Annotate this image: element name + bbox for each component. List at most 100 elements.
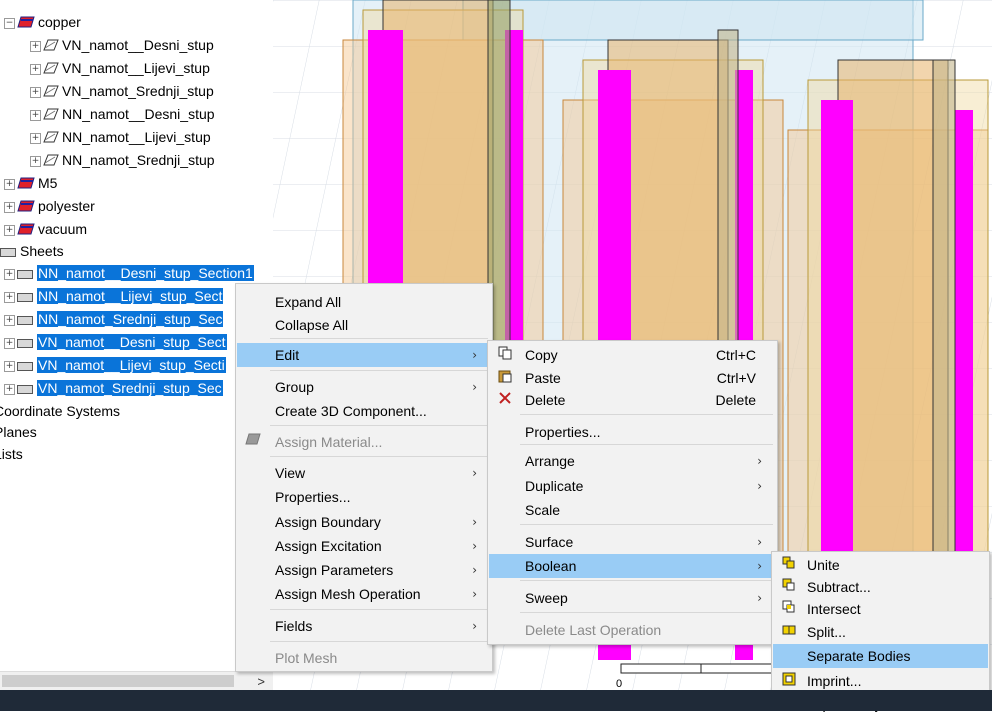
menu-item-label: Plot Mesh [275,650,338,666]
sheet-icon [17,384,33,394]
boolean-menu-item-separate-bodies[interactable]: Separate Bodies [773,644,988,668]
context-menu-item-expand-all[interactable]: Expand All [237,290,491,314]
tree-row-copper[interactable]: − copper [4,11,81,33]
context-menu-item-assign-mesh-operation[interactable]: Assign Mesh Operation › [237,582,491,606]
edit-menu-item-scale[interactable]: Scale [489,498,776,522]
expand-icon[interactable]: + [4,360,15,372]
context-menu-item-collapse-all[interactable]: Collapse All [237,313,491,337]
tree-row-vn-namot-desni-stup-sect[interactable]: + VN_namot__Desni_stup_Sect [4,331,227,353]
context-menu-item-properties[interactable]: Properties... [237,485,491,509]
context-menu-item-fields[interactable]: Fields › [237,614,491,638]
menu-item-label: Delete Last Operation [525,622,662,638]
edit-menu-item-duplicate[interactable]: Duplicate › [489,474,776,498]
expand-icon[interactable]: + [30,40,41,52]
tree-row-vn-namot-lijevi-stup-secti[interactable]: + VN_namot__Lijevi_stup_Secti [4,354,226,376]
menu-separator [270,456,488,457]
tree-row-m5[interactable]: + M5 [4,172,57,194]
context-menu-item-edit[interactable]: Edit › [237,343,491,367]
menu-item-label: Surface [525,534,574,550]
scrollbar-thumb[interactable] [2,675,234,687]
tree-row-label: VN_namot__Desni_stup_Sect [37,334,227,350]
menu-item-label: Assign Excitation [275,538,382,554]
edit-menu-item-copy[interactable]: Copy Ctrl+C [489,343,776,367]
boolean-menu-item-intersect[interactable]: Intersect [773,597,988,621]
edit-menu-item-delete[interactable]: Delete Delete [489,388,776,412]
expand-icon[interactable]: + [4,291,15,303]
menu-item-label: Assign Parameters [275,562,394,578]
edit-submenu: Copy Ctrl+C Paste Ctrl+V Delete Delete Propert… [487,340,778,645]
tree-row-label: NN_namot_Srednji_stup_Sec [37,311,224,327]
context-menu-item-assign-parameters[interactable]: Assign Parameters › [237,558,491,582]
edit-menu-item-arrange[interactable]: Arrange › [489,449,776,473]
material-icon [17,219,35,241]
menu-item-label: Assign Mesh Operation [275,586,421,602]
expand-icon[interactable]: + [30,155,41,167]
expand-icon[interactable]: + [30,109,41,121]
boolean-menu-item-split[interactable]: Split... [773,620,988,644]
expand-icon[interactable]: + [30,132,41,144]
menu-item-label: Sweep [525,590,568,606]
boolean-menu-item-unite[interactable]: Unite [773,553,988,577]
scroll-right-arrow[interactable]: > [257,672,265,691]
submenu-chevron-icon: › [472,587,477,601]
tree-row-nn-namot-srednji-stup[interactable]: + NN_namot_Srednji_stup [30,149,215,171]
context-menu-item-create-3d-component[interactable]: Create 3D Component... [237,399,491,423]
tree-row-lists[interactable]: Lists [0,443,23,465]
tree-row-nn-namot-lijevi-stup[interactable]: + NN_namot__Lijevi_stup [30,126,211,148]
tree-row-polyester[interactable]: + polyester [4,195,95,217]
tree-row-vacuum[interactable]: + vacuum [4,218,87,240]
context-menu-item-group[interactable]: Group › [237,375,491,399]
tree-row-vn-namot-lijevi-stup[interactable]: + VN_namot__Lijevi_stup [30,57,210,79]
collapse-icon[interactable]: − [4,17,15,29]
sheet-icon [17,269,33,279]
boolean-submenu: Unite Subtract... Intersect Split... Separat… [771,551,990,712]
context-menu-item-assign-boundary[interactable]: Assign Boundary › [237,510,491,534]
edit-menu-item-surface[interactable]: Surface › [489,530,776,554]
tree-row-nn-namot-desni-stup[interactable]: + NN_namot__Desni_stup [30,103,215,125]
context-menu-item-view[interactable]: View › [237,461,491,485]
sheet-icon [17,361,33,371]
tree-row-nn-namot-desni-stup-section1[interactable]: + NN_namot__Desni_stup_Section1 [4,262,254,284]
expand-icon[interactable]: + [4,337,15,349]
menu-item-label: Properties... [525,424,601,440]
menu-item-label: View [275,465,306,481]
expand-icon[interactable]: + [4,178,15,190]
tree-row-label: VN_namot_Srednji_stup [62,83,214,99]
menu-item-label: Assign Boundary [275,514,381,530]
submenu-chevron-icon: › [757,559,762,573]
solid-object-icon [43,81,59,103]
tree-row-vn-namot-srednji-stup[interactable]: + VN_namot_Srednji_stup [30,80,214,102]
edit-menu-item-properties[interactable]: Properties... [489,420,776,444]
tree-row-nn-namot-lijevi-stup-sect[interactable]: + NN_namot__Lijevi_stup_Sect [4,285,224,307]
boolean-menu-item-subtract[interactable]: Subtract... [773,575,988,599]
menu-separator [520,524,773,525]
tree-horizontal-scrollbar[interactable]: > [0,671,273,691]
expand-icon[interactable]: + [4,314,15,326]
edit-menu-item-boolean[interactable]: Boolean › [489,554,776,578]
tree-row-nn-namot-srednji-stup-sec[interactable]: + NN_namot_Srednji_stup_Sec [4,308,224,330]
edit-menu-item-paste[interactable]: Paste Ctrl+V [489,366,776,390]
tree-row-vn-namot-desni-stup[interactable]: + VN_namot__Desni_stup [30,34,214,56]
tree-row-coordinate-systems[interactable]: Coordinate Systems [0,400,120,422]
paste-icon [497,369,513,385]
tree-row-vn-namot-srednji-stup-sec[interactable]: + VN_namot_Srednji_stup_Sec [4,377,223,399]
expand-icon[interactable]: + [4,201,15,213]
submenu-chevron-icon: › [757,535,762,549]
expand-icon[interactable]: + [30,63,41,75]
tree-row-planes[interactable]: Planes [0,421,37,443]
solid-object-icon [43,104,59,126]
unite-icon [781,556,797,572]
model-tree[interactable]: − copper + VN_namot__Desni_stup + VN_namot__L… [0,0,273,690]
expand-icon[interactable]: + [30,86,41,98]
edit-menu-item-sweep[interactable]: Sweep › [489,586,776,610]
solid-object-icon [43,150,59,172]
tree-row-sheets[interactable]: Sheets [0,240,64,262]
sheet-icon [0,247,16,257]
context-menu-item-assign-excitation[interactable]: Assign Excitation › [237,534,491,558]
expand-icon[interactable]: + [4,383,15,395]
expand-icon[interactable]: + [4,268,15,280]
submenu-chevron-icon: › [472,563,477,577]
menu-item-label: Unite [807,557,840,573]
expand-icon[interactable]: + [4,224,15,236]
copy-icon [497,346,513,362]
